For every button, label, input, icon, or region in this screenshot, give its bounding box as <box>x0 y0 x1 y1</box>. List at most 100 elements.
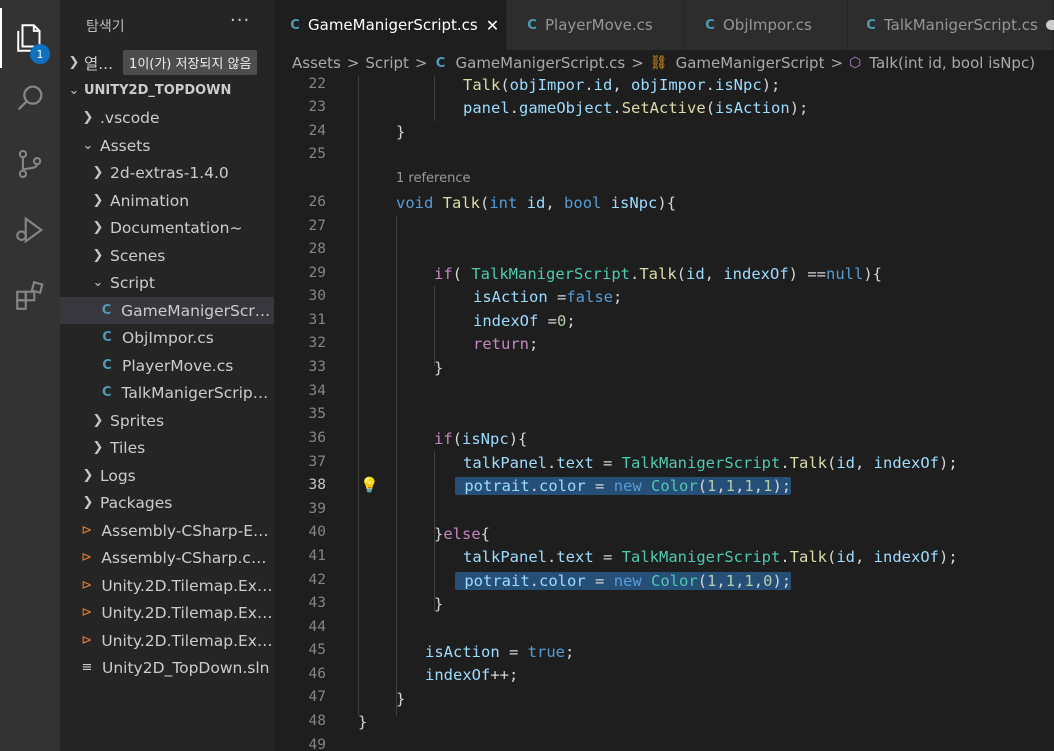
breadcrumb-item[interactable]: Assets <box>292 54 341 72</box>
rss-icon: ⊳ <box>81 633 93 648</box>
tree-item-label: Assets <box>100 136 151 155</box>
tree-item-label: ObjImpor.cs <box>122 328 214 347</box>
tree-item-label: GameManigerScrip... <box>121 301 274 320</box>
run-debug-icon[interactable] <box>0 200 60 260</box>
line-number: 49 <box>308 737 326 751</box>
tree-item-tilemap-extras-3[interactable]: ⊳ Unity.2D.Tilemap.Extr... <box>60 627 274 654</box>
tree-item-talkmanigerscript[interactable]: C TalkManigerScript.cs <box>60 379 274 406</box>
line-number: 32 <box>308 335 326 351</box>
activity-bar: 1 <box>0 0 60 751</box>
tree-item-vscode[interactable]: ❯ .vscode <box>60 104 274 131</box>
csharp-file-icon: C <box>290 17 300 33</box>
lightbulb-icon[interactable]: 💡 <box>360 476 379 494</box>
tree-item-assets[interactable]: ⌄ Assets <box>60 132 274 159</box>
tree-item-sprites[interactable]: ❯ Sprites <box>60 407 274 434</box>
tree-item-2d-extras[interactable]: ❯ 2d-extras-1.4.0 <box>60 159 274 186</box>
csharp-file-icon: C <box>102 330 112 345</box>
tab-gamemanigerscript[interactable]: C GameManigerScript.cs ✕ <box>274 0 507 50</box>
chevron-right-icon: ❯ <box>92 440 104 455</box>
tree-item-documentation[interactable]: ❯ Documentation~ <box>60 214 274 241</box>
tree-item-label: Script <box>110 273 155 292</box>
tab-talkmanigerscript[interactable]: C TalkManigerScript.cs <box>848 0 1054 50</box>
line-number: 29 <box>308 265 326 281</box>
tree-item-tilemap-extras-2[interactable]: ⊳ Unity.2D.Tilemap.Extr... <box>60 599 274 626</box>
code-line-45: isAction = true; <box>425 643 575 661</box>
line-number: 48 <box>308 713 326 729</box>
rss-icon: ⊳ <box>81 550 93 565</box>
tree-item-tiles[interactable]: ❯ Tiles <box>60 434 274 461</box>
code-line-48: } <box>358 713 368 731</box>
project-folder[interactable]: ⌄ UNITY2D_TOPDOWN <box>60 77 274 104</box>
tab-bar: C GameManigerScript.cs ✕ C PlayerMove.cs… <box>274 0 1054 50</box>
extensions-icon[interactable] <box>0 266 60 326</box>
tab-objimpor[interactable]: C ObjImpor.cs <box>685 0 848 50</box>
chevron-down-icon: ⌄ <box>68 83 80 98</box>
rss-icon: ⊳ <box>81 578 93 593</box>
line-number: 44 <box>308 619 326 635</box>
chevron-right-icon: ❯ <box>92 193 104 208</box>
code-line-32: return; <box>473 335 539 353</box>
sidebar-title: 탐색기 <box>86 19 125 35</box>
code-line-36: if(isNpc){ <box>434 430 528 448</box>
code-line-26: void Talk(int id, bool isNpc){ <box>396 194 677 212</box>
chevron-right-icon: ❯ <box>92 413 104 428</box>
line-number-current: 38 <box>308 477 326 493</box>
search-icon[interactable] <box>0 68 60 128</box>
indent-guide <box>434 286 435 366</box>
tree-item-packages[interactable]: ❯ Packages <box>60 489 274 516</box>
tree-item-script[interactable]: ⌄ Script <box>60 269 274 296</box>
explorer-icon[interactable]: 1 <box>0 8 60 68</box>
line-number: 33 <box>308 359 326 375</box>
code-line-33: } <box>434 359 444 377</box>
breadcrumb: Assets > Script > C GameManigerScript.cs… <box>274 50 1054 76</box>
tree-item-label: 2d-extras-1.4.0 <box>110 163 229 182</box>
codelens-references[interactable]: 1 reference <box>396 171 470 186</box>
code-line-47: } <box>396 690 406 708</box>
tab-label: TalkManigerScript.cs <box>884 16 1038 34</box>
line-number: 24 <box>308 123 326 139</box>
tree-item-assembly-csharp-editor[interactable]: ⊳ Assembly-CSharp-Edi... <box>60 517 274 544</box>
tree-item-animation[interactable]: ❯ Animation <box>60 187 274 214</box>
tree-item-scenes[interactable]: ❯ Scenes <box>60 242 274 269</box>
breadcrumb-item[interactable]: GameManigerScript <box>676 54 825 72</box>
chevron-right-icon: > <box>830 54 844 72</box>
open-editors-section[interactable]: ❯ 열... 1이(가) 저장되지 않음 <box>60 49 274 76</box>
chevron-down-icon: ⌄ <box>82 138 94 153</box>
close-icon[interactable]: ✕ <box>486 16 499 35</box>
tree-item-label: Unity2D_TopDown.sln <box>102 658 270 677</box>
csharp-file-icon: C <box>101 303 112 318</box>
breadcrumb-item[interactable]: GameManigerScript.cs <box>456 54 626 72</box>
more-actions-icon[interactable]: ··· <box>230 10 250 31</box>
tree-item-assembly-csharp-csproj[interactable]: ⊳ Assembly-CSharp.csp... <box>60 544 274 571</box>
tree-item-logs[interactable]: ❯ Logs <box>60 462 274 489</box>
tree-item-label: Unity.2D.Tilemap.Extr... <box>101 576 274 595</box>
breadcrumb-item[interactable]: Script <box>365 54 409 72</box>
indent-guide <box>396 216 397 716</box>
csharp-file-icon: C <box>101 385 112 400</box>
breadcrumb-item[interactable]: Talk(int id, bool isNpc) <box>869 54 1035 72</box>
tree-item-label: Packages <box>100 493 173 512</box>
line-number: 36 <box>308 430 326 446</box>
class-icon: ⛓ <box>649 55 668 71</box>
csharp-file-icon: C <box>527 17 537 33</box>
tree-item-gamemanigerscript[interactable]: C GameManigerScrip... <box>60 297 274 324</box>
line-number: 23 <box>308 99 326 115</box>
tree-item-objimpor[interactable]: C ObjImpor.cs <box>60 324 274 351</box>
tree-item-playermove[interactable]: C PlayerMove.cs <box>60 352 274 379</box>
code-line-41: talkPanel.text = TalkManigerScript.Talk(… <box>463 548 958 566</box>
code-line-38: potrait.color = new Color(1,1,1,1); <box>455 474 792 498</box>
chevron-right-icon: ❯ <box>82 110 94 125</box>
line-number: 34 <box>308 383 326 399</box>
project-name: UNITY2D_TOPDOWN <box>84 83 232 98</box>
tree-item-label: Logs <box>100 466 136 485</box>
source-control-icon[interactable] <box>0 134 60 194</box>
code-editor[interactable]: 22 23 24 25 1 reference 26 27 28 29 30 3… <box>274 76 1054 751</box>
chevron-right-icon: ❯ <box>92 248 104 263</box>
csharp-file-icon: C <box>866 17 876 33</box>
list-icon: ≡ <box>81 660 93 675</box>
tree-item-tilemap-extras-1[interactable]: ⊳ Unity.2D.Tilemap.Extr... <box>60 572 274 599</box>
line-number: 30 <box>308 288 326 304</box>
tab-playermove[interactable]: C PlayerMove.cs <box>507 0 685 50</box>
tree-item-solution[interactable]: ≡ Unity2D_TopDown.sln <box>60 654 274 681</box>
unsaved-badge: 1이(가) 저장되지 않음 <box>123 50 258 75</box>
